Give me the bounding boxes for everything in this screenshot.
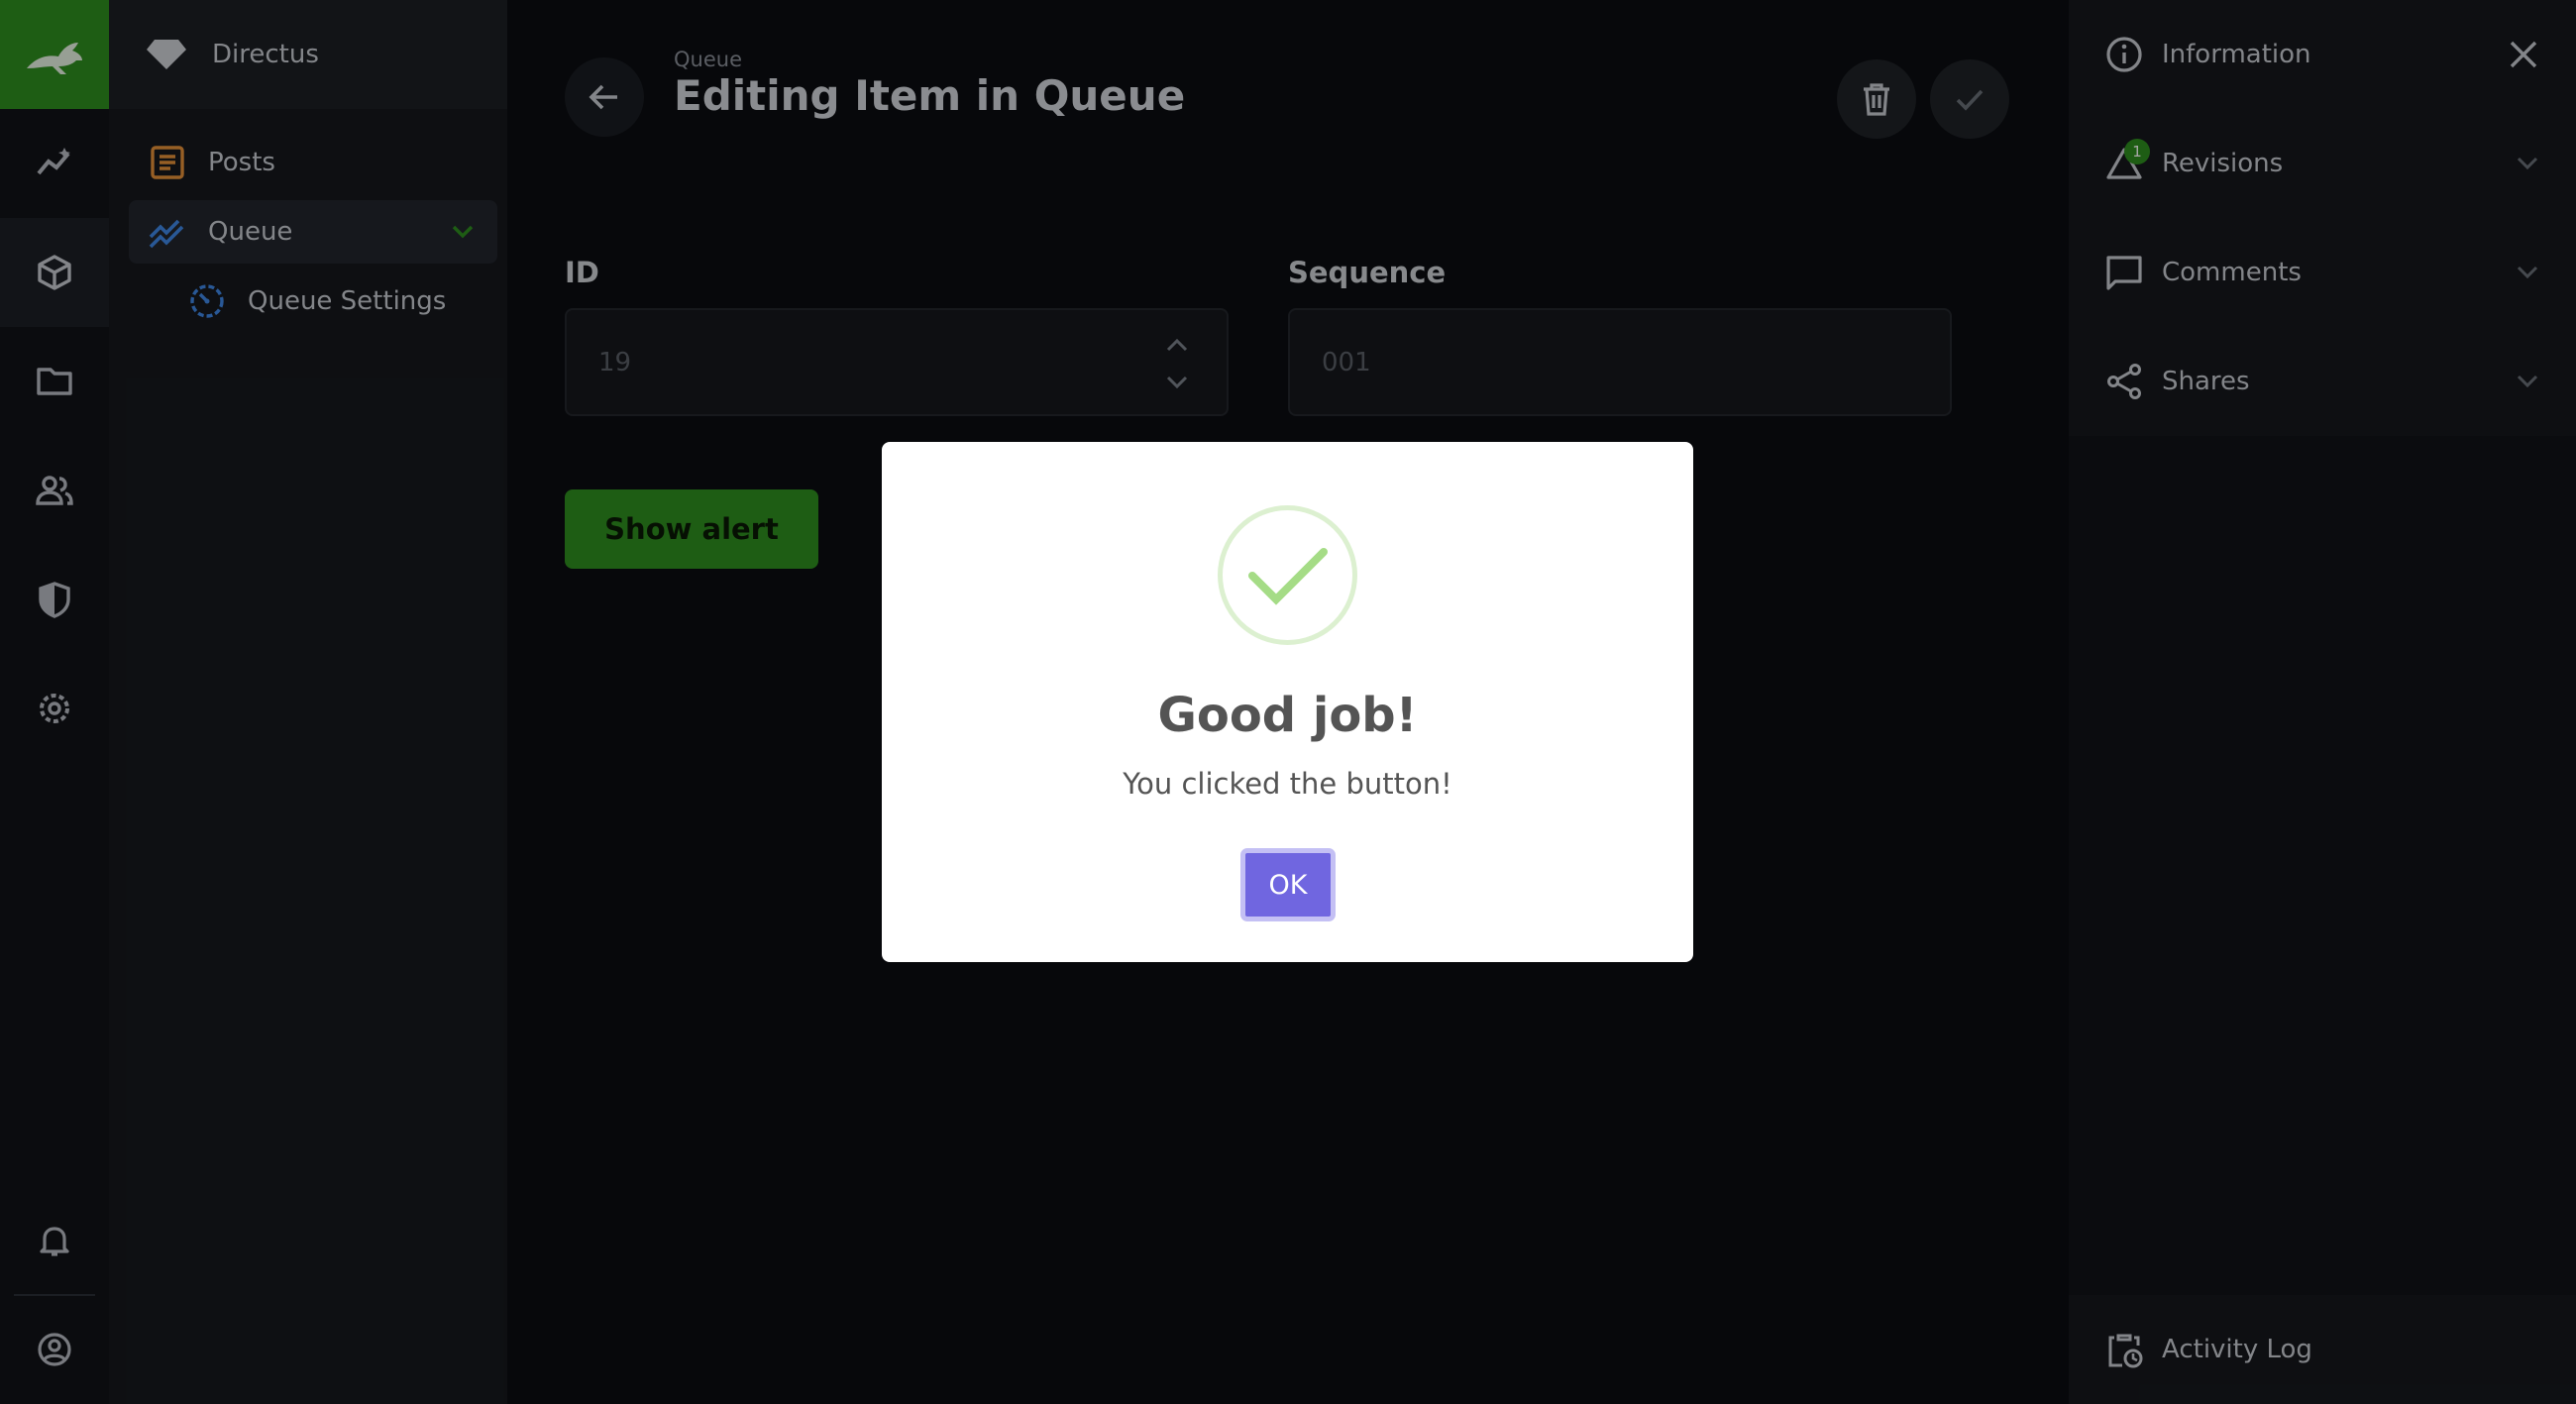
alert-text: You clicked the button! — [1123, 767, 1452, 801]
ok-button[interactable]: OK — [1240, 848, 1336, 921]
checkmark-icon — [1247, 547, 1328, 605]
success-icon — [1218, 505, 1357, 645]
alert-dialog: Good job! You clicked the button! OK — [882, 442, 1693, 962]
alert-title: Good job! — [1157, 688, 1418, 743]
